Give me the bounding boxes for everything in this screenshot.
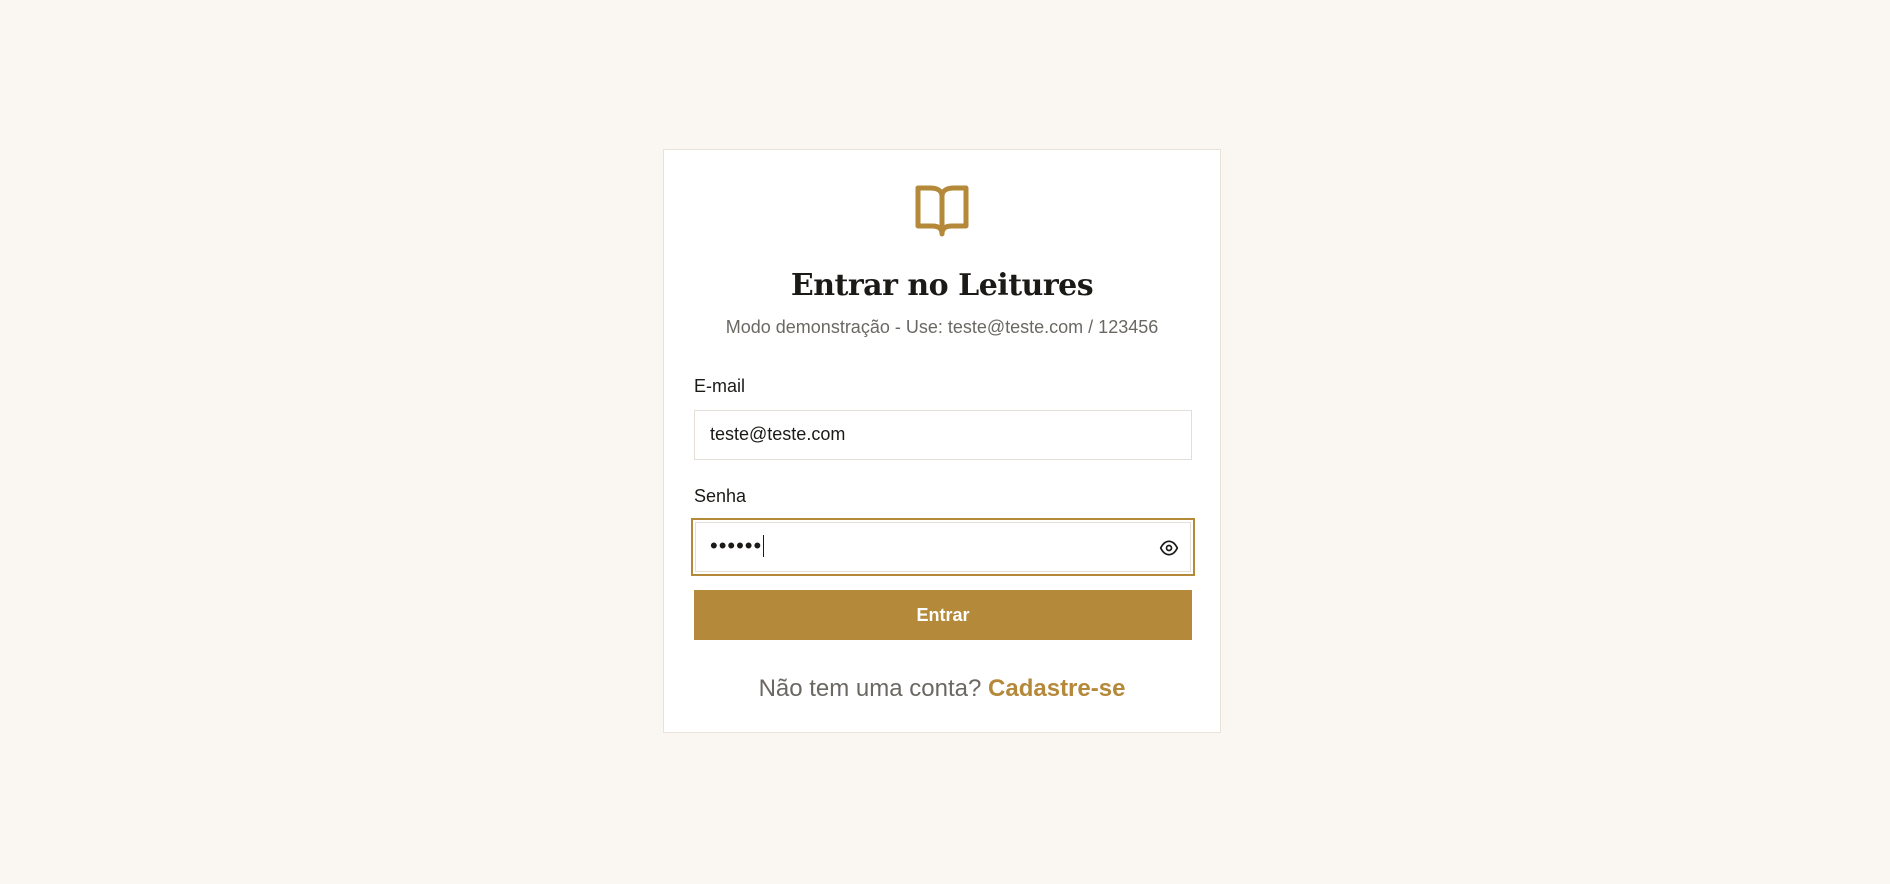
email-value: teste@teste.com <box>710 424 846 444</box>
eye-icon[interactable] <box>1159 538 1179 558</box>
password-value: •••••• <box>710 533 763 558</box>
signup-prompt-text: Não tem uma conta? <box>758 675 982 702</box>
email-field[interactable]: teste@teste.com <box>694 410 1192 460</box>
login-card: Entrar no Leitures Modo demonstração - U… <box>663 149 1221 733</box>
login-button[interactable]: Entrar <box>694 590 1192 640</box>
password-field[interactable]: •••••• <box>691 518 1195 576</box>
signup-prompt: Não tem uma conta? Cadastre-se <box>664 675 1220 703</box>
page-title: Entrar no Leitures <box>790 268 1094 303</box>
email-label: E-mail <box>694 376 746 396</box>
signup-link[interactable]: Cadastre-se <box>988 675 1125 702</box>
demo-hint: Modo demonstração - Use: teste@teste.com… <box>725 317 1159 337</box>
book-open-icon <box>915 185 969 237</box>
password-label: Senha <box>694 486 747 506</box>
